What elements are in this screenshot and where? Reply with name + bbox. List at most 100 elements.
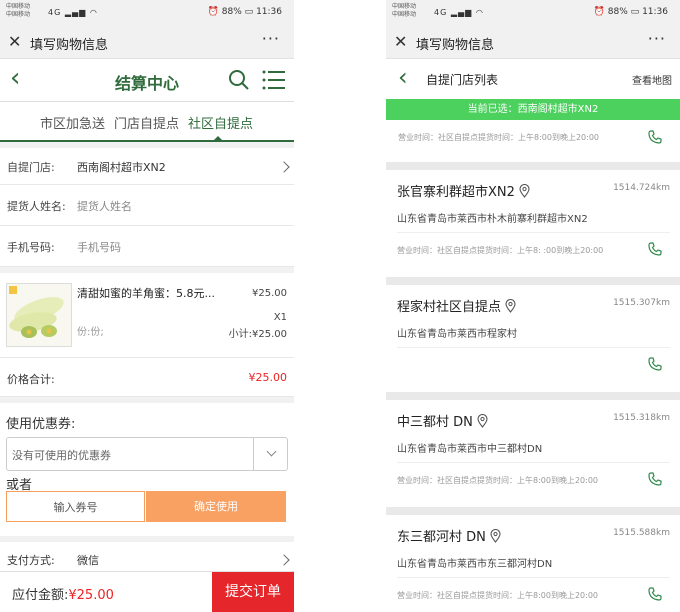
phone-input[interactable]: 手机号码 — [77, 239, 121, 255]
store-name: 中三都村 DN — [397, 411, 488, 432]
menu-icon[interactable] — [262, 69, 286, 95]
amount-label: 应付金额: — [12, 588, 69, 603]
webview-title: 填写购物信息 — [30, 38, 109, 53]
carrier-2: 中国移动 — [392, 11, 417, 18]
battery-level: 88% — [607, 7, 628, 17]
network-type: 4G — [48, 8, 62, 17]
checkout-screen: 中国移动 中国移动 4G ▂▄▆ ◠ ⏰ 88% ▭ 11:36 ✕ 填写购物信… — [0, 0, 294, 612]
store-name: 张官寨利群超市XN2 — [397, 181, 530, 202]
store-card[interactable]: 程家村社区自提点 1515.307km 山东省青岛市莱西市程家村 — [386, 277, 680, 392]
coupon-label: 使用优惠券: — [6, 417, 76, 432]
view-map-link[interactable]: 查看地图 — [632, 72, 672, 87]
divider — [397, 232, 670, 233]
store-name-text: 中三都村 DN — [397, 415, 473, 430]
status-bar: 中国移动 中国移动 4G ▂▄▆ ◠ ⏰ 88% ▭ 11:36 — [0, 0, 294, 26]
phone-icon[interactable] — [648, 129, 662, 148]
phone-icon[interactable] — [648, 586, 662, 605]
store-card[interactable]: 张官寨利群超市XN2 1514.724km 山东省青岛市莱西市朴木前寨利群超市X… — [386, 162, 680, 277]
store-name: 东三都河村 DN — [397, 526, 501, 547]
webview-bar: ✕ 填写购物信息 ··· — [0, 26, 294, 59]
store-distance: 1515.307km — [613, 298, 670, 308]
product-subtotal: 小计:¥25.00 — [228, 329, 287, 340]
total-row: 价格合计: ¥25.00 — [0, 358, 294, 397]
product-quantity: X1 — [273, 312, 287, 323]
status-right: ⏰ 88% ▭ 11:36 — [594, 7, 668, 17]
signal-icon: 4G ▂▄▆ ◠ — [434, 8, 484, 17]
store-name-text: 张官寨利群超市XN2 — [397, 185, 515, 200]
chevron-right-icon — [278, 554, 290, 566]
location-pin-icon — [505, 298, 516, 317]
phone-icon[interactable] — [648, 356, 662, 375]
product-name[interactable]: 清甜如蜜的羊角蜜：5.8元... — [77, 285, 215, 301]
alarm-icon: ⏰ — [593, 7, 605, 17]
clock: 11:36 — [256, 7, 282, 17]
store-name: 程家村社区自提点 — [397, 296, 516, 317]
store-address: 山东省青岛市莱西市程家村 — [397, 329, 517, 340]
select-divider — [253, 438, 254, 470]
submit-order-button[interactable]: 提交订单 — [212, 572, 294, 612]
store-address: 山东省青岛市莱西市东三都河村DN — [397, 559, 553, 570]
carrier-1: 中国移动 — [392, 3, 417, 10]
product-price: ¥25.00 — [252, 288, 287, 299]
store-card[interactable]: 中三都村 DN 1515.318km 山东省青岛市莱西市中三都村DN 营业时间：… — [386, 392, 680, 507]
webview-bar: ✕ 填写购物信息 ··· — [386, 26, 680, 59]
tab-store-pickup[interactable]: 门店自提点 — [114, 113, 179, 132]
divider — [397, 462, 670, 463]
coupon-select-value: 没有可使用的优惠券 — [12, 449, 111, 462]
product-spec: 份:份; — [77, 327, 104, 338]
network-type: 4G — [434, 8, 448, 17]
total-label: 价格合计: — [7, 373, 55, 386]
coupon-code-input[interactable]: 输入券号 — [6, 491, 145, 522]
back-icon[interactable]: ‹ — [398, 63, 408, 91]
search-icon[interactable] — [228, 69, 250, 95]
delivery-tabs: 市区加急送 门店自提点 社区自提点 — [0, 102, 294, 142]
more-icon[interactable]: ··· — [648, 29, 666, 48]
coupon-section: 使用优惠券: 没有可使用的优惠券 或者 输入券号 确定使用 — [0, 403, 294, 536]
payment-value: 微信 — [77, 554, 99, 567]
store-hours: 营业时间：社区自提点提货时间：上午8:00到晚上20:00 — [397, 591, 599, 600]
close-icon[interactable]: ✕ — [8, 32, 21, 51]
store-name-text: 程家村社区自提点 — [397, 300, 502, 315]
selected-store-banner: 当前已选：西南阁村超市XN2 — [386, 99, 680, 120]
total-value: ¥25.00 — [248, 371, 288, 384]
clock: 11:36 — [642, 7, 668, 17]
payment-label: 支付方式: — [7, 554, 55, 567]
coupon-select[interactable]: 没有可使用的优惠券 — [6, 437, 288, 471]
store-label: 自提门店: — [7, 161, 55, 174]
close-icon[interactable]: ✕ — [394, 32, 407, 51]
page-header: ‹ 结算中心 — [0, 59, 294, 102]
store-hours: 营业时间：社区自提点提货时间：上午8:00到晚上20:00 — [397, 476, 599, 485]
name-row: 提货人姓名: 提货人姓名 — [0, 185, 294, 226]
battery-icon: ▭ — [244, 7, 254, 17]
location-pin-icon — [490, 528, 501, 547]
store-name-text: 东三都河村 DN — [397, 530, 486, 545]
store-card[interactable]: 东三都河村 DN 1515.588km 山东省青岛市莱西市东三都河村DN 营业时… — [386, 507, 680, 612]
pickup-store-list-screen: 中国移动 中国移动 4G ▂▄▆ ◠ ⏰ 88% ▭ 11:36 ✕ 填写购物信… — [386, 0, 680, 612]
name-input[interactable]: 提货人姓名 — [77, 198, 132, 214]
phone-icon[interactable] — [648, 241, 662, 260]
page-header: ‹ 自提门店列表 查看地图 — [386, 59, 680, 99]
divider — [397, 347, 670, 348]
phone-icon[interactable] — [648, 471, 662, 490]
name-label: 提货人姓名: — [7, 200, 66, 213]
product-image — [6, 283, 72, 347]
tab-community-pickup[interactable]: 社区自提点 — [188, 113, 253, 132]
tab-express[interactable]: 市区加急送 — [40, 113, 105, 132]
phone-label: 手机号码: — [7, 241, 55, 254]
carrier-2: 中国移动 — [6, 11, 31, 18]
store-hours: 营业时间：社区自提点提货时间：上午8: :00到晚上20:00 — [397, 246, 604, 255]
more-icon[interactable]: ··· — [262, 29, 280, 48]
active-tab-indicator — [212, 136, 224, 142]
alarm-icon: ⏰ — [207, 7, 219, 17]
store-distance: 1515.588km — [613, 528, 670, 538]
page-title: 自提门店列表 — [426, 73, 499, 87]
store-hours: 营业时间：社区自提点提货时间：上午8:00到晚上20:00 — [398, 133, 600, 142]
store-row[interactable]: 自提门店: 西南阁村超市XN2 — [0, 148, 294, 185]
status-right: ⏰ 88% ▭ 11:36 — [208, 7, 282, 17]
store-card-partial[interactable]: 营业时间：社区自提点提货时间：上午8:00到晚上20:00 — [386, 120, 680, 162]
amount-value: ¥25.00 — [68, 588, 114, 603]
amount-due: 应付金额:¥25.00 — [12, 584, 114, 603]
carrier-labels: 中国移动 中国移动 — [6, 3, 30, 19]
confirm-coupon-button[interactable]: 确定使用 — [146, 491, 286, 522]
carrier-1: 中国移动 — [6, 3, 31, 10]
